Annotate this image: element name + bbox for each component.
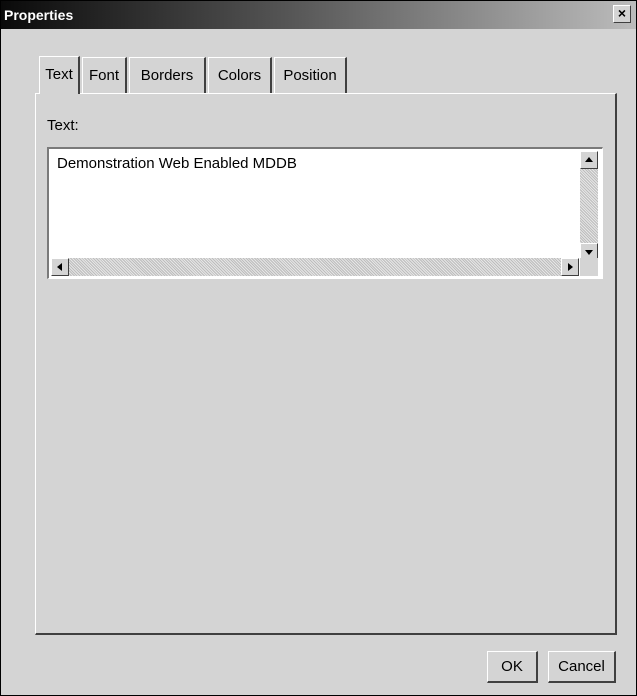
- scroll-up-button[interactable]: [580, 151, 598, 169]
- tab-position-label: Position: [283, 67, 337, 84]
- arrow-left-icon: [57, 263, 62, 271]
- tab-position[interactable]: Position: [274, 57, 347, 93]
- tab-font[interactable]: Font: [82, 57, 127, 93]
- close-icon: ×: [617, 5, 627, 21]
- arrow-down-icon: [585, 250, 593, 255]
- tab-font-label: Font: [88, 67, 119, 84]
- close-button[interactable]: ×: [613, 5, 631, 23]
- tab-colors-label: Colors: [217, 67, 262, 84]
- arrow-right-icon: [568, 263, 573, 271]
- ok-button[interactable]: OK: [487, 651, 538, 683]
- text-area-value[interactable]: Demonstration Web Enabled MDDB: [57, 155, 297, 172]
- scrollbar-corner: [580, 258, 598, 276]
- tab-borders-label: Borders: [140, 67, 194, 84]
- dialog-title: Properties: [4, 7, 74, 23]
- text-area[interactable]: Demonstration Web Enabled MDDB: [47, 147, 603, 279]
- tab-text[interactable]: Text: [39, 56, 80, 94]
- cancel-button-label: Cancel: [558, 658, 605, 675]
- scroll-right-button[interactable]: [561, 258, 579, 276]
- scroll-left-button[interactable]: [51, 258, 69, 276]
- arrow-up-icon: [585, 157, 593, 162]
- cancel-button[interactable]: Cancel: [548, 651, 616, 683]
- tab-text-label: Text: [45, 66, 73, 83]
- properties-dialog: Properties × Text Font Borders Colors Po…: [0, 0, 637, 696]
- ok-button-label: OK: [501, 658, 523, 675]
- vertical-scrollbar[interactable]: [580, 151, 598, 261]
- tab-borders[interactable]: Borders: [129, 57, 206, 93]
- title-bar[interactable]: Properties ×: [1, 1, 636, 29]
- text-field-label: Text:: [47, 117, 79, 134]
- tab-colors[interactable]: Colors: [208, 57, 272, 93]
- horizontal-scrollbar[interactable]: [51, 258, 579, 276]
